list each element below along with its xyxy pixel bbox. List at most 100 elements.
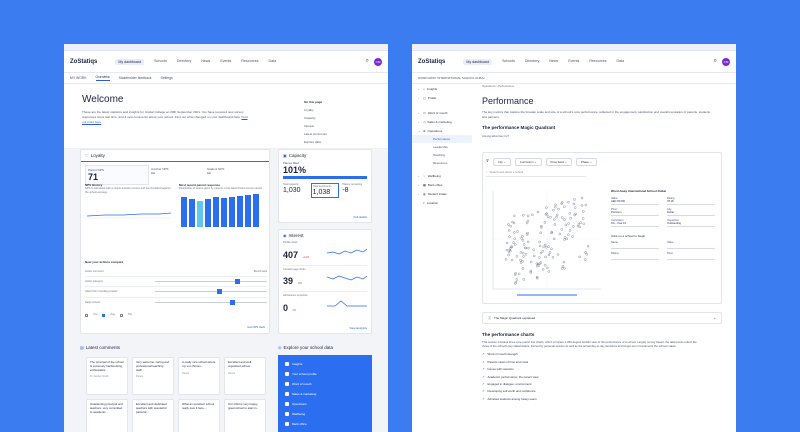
school-point[interactable] bbox=[560, 267, 564, 270]
chart-list-item[interactable]: ↗ Parents views of time and costs bbox=[482, 360, 722, 364]
school-point[interactable] bbox=[563, 267, 566, 270]
school-point[interactable] bbox=[514, 272, 517, 275]
sidebar-item-insights[interactable]: › ⌂ Insights bbox=[412, 84, 472, 93]
chart-list-item[interactable]: ↗ Word of mouth strength bbox=[482, 352, 722, 356]
school-point[interactable] bbox=[522, 251, 525, 255]
school-point[interactable] bbox=[531, 213, 534, 216]
school-point[interactable] bbox=[541, 268, 545, 271]
school-point[interactable] bbox=[572, 225, 575, 228]
nav-item-data[interactable]: Data bbox=[617, 59, 625, 65]
school-point[interactable] bbox=[554, 203, 557, 206]
nav-item-resources[interactable]: Resources bbox=[589, 59, 606, 65]
school-point[interactable] bbox=[551, 256, 555, 259]
filter-city[interactable]: City ⌄ bbox=[492, 158, 511, 166]
comment-card[interactable]: Our child is very happy, great school to… bbox=[224, 399, 266, 432]
school-point[interactable] bbox=[580, 196, 584, 200]
interest-details-link[interactable]: View analytics bbox=[349, 326, 367, 330]
school-point[interactable] bbox=[558, 232, 562, 236]
tab-overview[interactable]: Overview bbox=[95, 75, 110, 81]
search-icon[interactable]: ⌕ bbox=[366, 58, 369, 65]
school-point[interactable] bbox=[522, 214, 525, 217]
school-point[interactable] bbox=[585, 253, 589, 256]
school-point[interactable] bbox=[586, 244, 590, 248]
nav-item-news[interactable]: News bbox=[201, 59, 210, 65]
school-point[interactable] bbox=[515, 278, 518, 281]
slider-handle[interactable] bbox=[235, 278, 240, 284]
school-point[interactable] bbox=[560, 216, 564, 219]
tab-settings[interactable]: Settings bbox=[160, 76, 172, 80]
school-point[interactable] bbox=[507, 223, 510, 226]
school-point[interactable] bbox=[526, 214, 530, 218]
magic-quadrant-accordion[interactable]: ⓘ The Magic Quadrant explained ⌄ bbox=[482, 312, 722, 324]
chart-list-item[interactable]: ↗ Admitted students among heavy users bbox=[482, 397, 722, 401]
school-point[interactable] bbox=[525, 221, 529, 225]
sidebar-item-profile[interactable]: › ▢ Profile bbox=[412, 93, 472, 102]
school-point[interactable] bbox=[532, 248, 535, 251]
school-point[interactable] bbox=[555, 213, 559, 217]
explore-item-insights[interactable]: Insights bbox=[282, 359, 368, 368]
school-point[interactable] bbox=[539, 231, 542, 234]
school-point[interactable] bbox=[579, 221, 582, 224]
school-point[interactable] bbox=[573, 198, 576, 201]
school-point[interactable] bbox=[538, 244, 542, 248]
chart-list-item[interactable]: ↗ Developing self worth and confidence bbox=[482, 389, 722, 393]
school-point[interactable] bbox=[577, 222, 581, 226]
school-point[interactable] bbox=[568, 229, 572, 232]
school-point[interactable] bbox=[557, 207, 560, 211]
school-point[interactable] bbox=[539, 251, 543, 255]
sidebar-item-student-intake[interactable]: › ◍ Student intake bbox=[412, 189, 472, 198]
sidebar-item-wellbeing[interactable]: › ♡ Wellbeing bbox=[412, 171, 472, 180]
school-point[interactable] bbox=[524, 253, 528, 256]
nav-item-events[interactable]: Events bbox=[568, 59, 579, 65]
school-point[interactable] bbox=[518, 272, 521, 276]
school-point[interactable] bbox=[567, 233, 570, 236]
school-point[interactable] bbox=[529, 271, 532, 274]
nps-details-link[interactable]: Get NPS back bbox=[247, 325, 265, 329]
school-point[interactable] bbox=[508, 235, 511, 238]
school-point[interactable] bbox=[533, 254, 536, 258]
sidebar-item-word-of-mouth[interactable]: › ▭ Word of mouth bbox=[412, 108, 472, 117]
school-point[interactable] bbox=[513, 273, 517, 276]
school-point[interactable] bbox=[541, 250, 544, 253]
nav-item-dashboard[interactable]: My dashboard bbox=[463, 58, 493, 65]
school-point[interactable] bbox=[526, 240, 530, 244]
tab-stakeholder-feedback[interactable]: Stakeholder feedback bbox=[119, 76, 152, 80]
school-point[interactable] bbox=[573, 206, 577, 209]
school-point[interactable] bbox=[560, 201, 564, 204]
school-point[interactable] bbox=[563, 236, 567, 239]
school-point[interactable] bbox=[512, 221, 516, 225]
school-point[interactable] bbox=[582, 210, 585, 213]
on-this-page-link[interactable]: Loyalty bbox=[304, 108, 327, 112]
school-point[interactable] bbox=[563, 238, 566, 241]
nav-item-events[interactable]: Events bbox=[220, 59, 231, 65]
nav-item-resources[interactable]: Resources bbox=[241, 59, 258, 65]
comment-card[interactable]: A really nice school where my son thrive… bbox=[178, 357, 220, 395]
school-point[interactable] bbox=[572, 202, 576, 206]
school-search[interactable]: ⌕ Search and select a school bbox=[486, 170, 586, 177]
school-point[interactable] bbox=[554, 206, 557, 209]
explore-item-operations[interactable]: Operations bbox=[282, 399, 368, 408]
school-point[interactable] bbox=[519, 251, 523, 254]
school-point[interactable] bbox=[519, 261, 523, 264]
nav-item-data[interactable]: Data bbox=[269, 59, 277, 65]
school-point[interactable] bbox=[513, 237, 516, 240]
school-point[interactable] bbox=[521, 239, 525, 242]
filter-curriculum[interactable]: Curriculum ⌄ bbox=[514, 158, 542, 166]
comment-card[interactable]: Outstanding principal and teachers, very… bbox=[86, 399, 128, 432]
school-point[interactable] bbox=[562, 260, 566, 264]
school-point[interactable] bbox=[527, 246, 530, 250]
school-point[interactable] bbox=[576, 225, 580, 228]
sidebar-item-operations[interactable]: ⌄ ✲ Operations bbox=[412, 126, 472, 135]
school-point[interactable] bbox=[584, 258, 587, 261]
explore-item-word-of-mouth[interactable]: Word of mouth bbox=[282, 379, 368, 388]
school-point[interactable] bbox=[546, 215, 550, 218]
school-point[interactable] bbox=[584, 203, 588, 207]
school-point[interactable] bbox=[560, 228, 563, 231]
comment-card[interactable]: Excellent and well organised school... Pa… bbox=[224, 357, 266, 395]
school-point[interactable] bbox=[567, 222, 570, 225]
school-point[interactable] bbox=[582, 222, 586, 225]
school-point[interactable] bbox=[505, 241, 509, 245]
avatar[interactable]: CM bbox=[722, 57, 730, 66]
school-point[interactable] bbox=[563, 218, 566, 221]
comment-card[interactable]: The principal of the school is extremely… bbox=[86, 357, 128, 395]
